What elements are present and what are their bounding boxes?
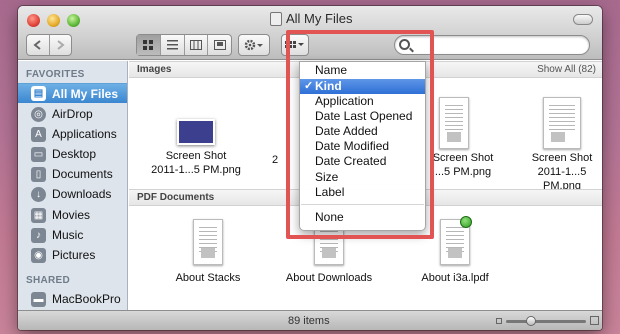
sidebar-item-label: MacBookPro xyxy=(52,292,121,306)
sidebar-item-music[interactable]: ♪ Music xyxy=(18,225,127,245)
image-thumbnail xyxy=(543,97,581,149)
file-name-line2: 2011-1...5 PM.png xyxy=(151,164,241,176)
desktop-icon: ▭ xyxy=(31,146,46,162)
close-button[interactable] xyxy=(27,14,40,27)
pdf-section-title: PDF Documents xyxy=(137,192,215,203)
sidebar-item-label: Music xyxy=(52,228,84,242)
sidebar: FAVORITES ▤ All My Files ◎ AirDrop A App… xyxy=(18,61,128,310)
sidebar-item-macbookpro[interactable]: ▬ MacBookPro xyxy=(18,289,127,309)
shared-header: SHARED xyxy=(26,275,71,286)
file-name-line1: Screen Shot xyxy=(531,152,593,164)
sidebar-item-label: All My Files xyxy=(52,86,119,101)
pictures-icon: ◉ xyxy=(31,247,46,263)
column-view-button[interactable] xyxy=(183,35,208,55)
cover-flow-icon xyxy=(213,40,226,50)
icon-size-slider[interactable] xyxy=(506,320,586,323)
pdf-thumbnail xyxy=(193,219,223,265)
chevron-right-icon xyxy=(57,40,65,50)
back-button[interactable] xyxy=(27,35,49,55)
music-icon: ♪ xyxy=(31,227,46,243)
view-mode-control xyxy=(136,34,232,56)
file-name-line1: Screen Shot xyxy=(165,150,227,162)
forward-button[interactable] xyxy=(48,35,71,55)
sidebar-item-label: Movies xyxy=(52,208,91,222)
sidebar-item-label: AirDrop xyxy=(52,107,93,121)
list-view-button[interactable] xyxy=(159,35,184,55)
movies-icon: ▦ xyxy=(31,207,46,223)
cover-flow-button[interactable] xyxy=(207,35,231,55)
status-bar: 89 items xyxy=(18,310,602,330)
columns-icon xyxy=(189,40,202,50)
pdf-thumbnail xyxy=(440,216,472,265)
sidebar-item-movies[interactable]: ▦ Movies xyxy=(18,205,127,225)
applications-icon: A xyxy=(31,126,46,142)
file-item[interactable]: Screen Shot 2011-1...5 PM.png xyxy=(151,119,241,177)
action-button[interactable] xyxy=(238,34,270,56)
sidebar-item-label: Downloads xyxy=(52,187,112,201)
sidebar-item-applications[interactable]: A Applications xyxy=(18,124,127,144)
documents-icon: ▯ xyxy=(31,166,46,182)
downloads-icon: ↓ xyxy=(31,186,46,202)
airdrop-icon: ◎ xyxy=(31,106,46,122)
image-thumbnail xyxy=(177,119,215,145)
sidebar-item-airdrop[interactable]: ◎ AirDrop xyxy=(18,104,127,124)
large-icon-size-icon xyxy=(590,316,599,325)
sidebar-item-label: Desktop xyxy=(52,147,97,161)
images-section-title: Images xyxy=(137,64,172,75)
gear-icon xyxy=(244,39,263,51)
sidebar-item-downloads[interactable]: ↓ Downloads xyxy=(18,184,127,204)
favorites-header: FAVORITES xyxy=(26,69,85,80)
zoom-button[interactable] xyxy=(67,14,80,27)
file-item[interactable]: Screen Shot ...5 PM.png xyxy=(425,97,501,179)
icon-view-button[interactable] xyxy=(137,35,160,55)
annotation-highlight-box xyxy=(286,30,434,239)
icon-size-slider-knob[interactable] xyxy=(526,316,536,326)
sidebar-item-label: Applications xyxy=(52,127,117,141)
toolbar-toggle-button[interactable] xyxy=(573,14,593,25)
chevron-left-icon xyxy=(33,40,42,50)
item-count: 89 items xyxy=(288,315,330,327)
window-title-text: All My Files xyxy=(286,11,353,26)
back-forward-buttons xyxy=(26,34,72,56)
minimize-button[interactable] xyxy=(47,14,60,27)
sidebar-item-pictures[interactable]: ◉ Pictures xyxy=(18,245,127,265)
list-icon xyxy=(166,40,178,50)
sidebar-item-all-my-files[interactable]: ▤ All My Files xyxy=(18,83,127,103)
all-files-icon xyxy=(270,11,282,26)
computer-icon: ▬ xyxy=(31,291,46,307)
download-badge-icon xyxy=(460,216,472,228)
window-title: All My Files xyxy=(270,11,352,26)
file-item[interactable]: About Stacks xyxy=(163,219,253,285)
sidebar-item-documents[interactable]: ▯ Documents xyxy=(18,164,127,184)
image-thumbnail xyxy=(439,97,469,149)
all-files-icon: ▤ xyxy=(31,86,46,101)
finder-window: All My Files FAVORITES ▤ All My Files ◎ … xyxy=(18,6,602,330)
sidebar-item-desktop[interactable]: ▭ Desktop xyxy=(18,144,127,164)
file-name-line2: ...5 PM.png xyxy=(434,166,492,178)
file-name: About i3a.lpdf xyxy=(421,272,489,284)
file-item[interactable]: Screen Shot 2011-1...5 PM.png xyxy=(521,97,602,193)
sidebar-item-label: Documents xyxy=(52,167,113,181)
grid-icon xyxy=(142,39,153,50)
file-name: About Stacks xyxy=(175,272,241,284)
sidebar-item-label: Pictures xyxy=(52,248,96,262)
file-name-line1: Screen Shot xyxy=(432,152,494,164)
show-all-link[interactable]: Show All (82) xyxy=(537,62,596,77)
small-icon-size-icon xyxy=(496,318,502,324)
file-name: About Downloads xyxy=(285,272,373,284)
